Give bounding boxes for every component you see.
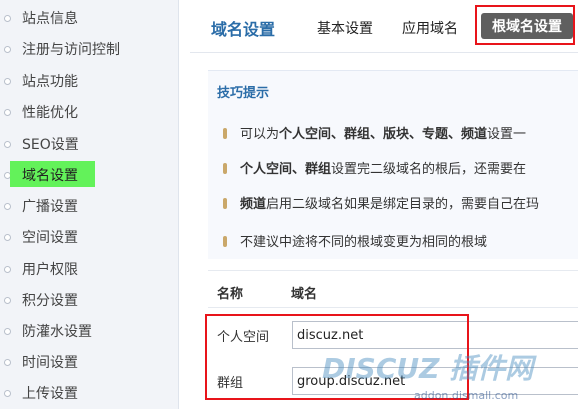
tip-line: 可以为个人空间、群组、版块、专题、频道设置一 [240, 127, 527, 142]
sidebar-item-label: 广播设置 [22, 198, 78, 215]
sidebar-item-label: 注册与访问控制 [22, 41, 120, 58]
sidebar-item-upload[interactable]: 上传设置 [0, 377, 178, 408]
sidebar-item-label: 空间设置 [22, 229, 78, 246]
bullet-icon [4, 265, 11, 273]
divider [208, 307, 578, 308]
bullet-icon [4, 14, 11, 22]
sidebar-item-label: 用户权限 [22, 261, 78, 278]
divider [208, 270, 578, 271]
bullet-icon [4, 389, 11, 397]
sidebar-item-label: 域名设置 [22, 167, 78, 184]
sidebar-item-space[interactable]: 空间设置 [0, 221, 178, 252]
sidebar-item-site-info[interactable]: 站点信息 [0, 2, 178, 33]
bullet-icon [4, 202, 11, 210]
tip-marker-icon [223, 163, 227, 174]
tab-basic-settings[interactable]: 基本设置 [317, 18, 373, 38]
bullet-icon [4, 108, 11, 116]
main-panel: 域名设置 基本设置 应用域名 根域名设置 技巧提示 可以为个人空间、群组、版块、… [190, 0, 578, 409]
sidebar-item-site-function[interactable]: 站点功能 [0, 65, 178, 96]
bullet-icon [4, 327, 11, 335]
tip-line: 个人空间、群组设置完二级域名的根后，还需要在 [240, 162, 527, 177]
tips-panel: 技巧提示 可以为个人空间、群组、版块、专题、频道设置一 个人空间、群组设置完二级… [208, 70, 578, 259]
sidebar-item-credits[interactable]: 积分设置 [0, 284, 178, 315]
tip-marker-icon [223, 128, 227, 139]
sidebar: 站点信息 注册与访问控制 站点功能 性能优化 SEO设置 域名设置 广播设置 空… [0, 0, 179, 409]
sidebar-item-label: 站点信息 [22, 10, 78, 27]
sidebar-item-performance[interactable]: 性能优化 [0, 96, 178, 127]
page-title: 域名设置 [211, 20, 276, 39]
tips-title: 技巧提示 [217, 86, 270, 101]
tip-line: 不建议中途将不同的根域变更为相同的根域 [240, 235, 488, 250]
bullet-icon [4, 296, 11, 304]
bullet-icon [4, 233, 11, 241]
sidebar-item-user-permission[interactable]: 用户权限 [0, 253, 178, 284]
sidebar-item-register-access[interactable]: 注册与访问控制 [0, 33, 178, 64]
sidebar-item-label: 性能优化 [22, 104, 78, 121]
sidebar-item-time[interactable]: 时间设置 [0, 346, 178, 377]
bullet-icon [4, 358, 11, 366]
tip-line: 频道启用二级域名如果是绑定目录的，需要自己在玛 [240, 197, 540, 212]
tab-root-domain-settings[interactable]: 根域名设置 [481, 13, 573, 39]
bullet-icon [4, 77, 11, 85]
sidebar-item-label: SEO设置 [22, 136, 79, 153]
annotation-box [205, 314, 469, 400]
sidebar-item-antispam[interactable]: 防灌水设置 [0, 315, 178, 346]
tab-bar: 域名设置 基本设置 应用域名 根域名设置 [190, 0, 578, 53]
sidebar-item-label: 站点功能 [22, 73, 78, 90]
column-header-name: 名称 [217, 287, 244, 302]
bullet-icon [4, 45, 11, 53]
sidebar-item-seo[interactable]: SEO设置 [0, 128, 178, 159]
tip-marker-icon [223, 236, 227, 247]
sidebar-item-label: 积分设置 [22, 292, 78, 309]
sidebar-item-broadcast[interactable]: 广播设置 [0, 190, 178, 221]
sidebar-item-domain[interactable]: 域名设置 [0, 159, 178, 190]
sidebar-item-label: 时间设置 [22, 354, 78, 371]
tip-marker-icon [223, 198, 227, 209]
bullet-icon [4, 140, 11, 148]
sidebar-item-label: 上传设置 [22, 385, 78, 402]
sidebar-item-label: 防灌水设置 [22, 323, 92, 340]
tab-app-domain[interactable]: 应用域名 [402, 18, 458, 38]
column-header-domain: 域名 [291, 287, 318, 302]
